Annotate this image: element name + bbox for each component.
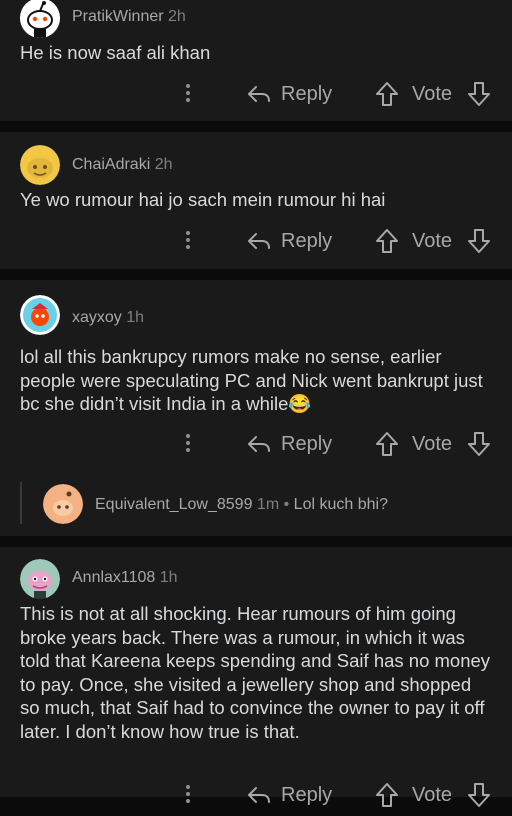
- upvote-arrow-icon[interactable]: [375, 81, 399, 107]
- downvote-arrow-icon[interactable]: [467, 228, 491, 254]
- reply-preview: Lol kuch bhi?: [293, 496, 388, 513]
- comment-time: 1m: [256, 496, 280, 513]
- comment-body: lol all this bankrupcy rumors make no se…: [20, 346, 483, 414]
- reply-arrow-icon[interactable]: [246, 433, 272, 455]
- avatar[interactable]: [20, 0, 60, 38]
- upvote-arrow-icon[interactable]: [375, 782, 399, 808]
- avatar[interactable]: [20, 559, 60, 599]
- username-label[interactable]: Equivalent_Low_8599: [95, 496, 252, 513]
- avatar-icon: [20, 295, 60, 335]
- avatar-icon: [20, 0, 60, 38]
- reply-button[interactable]: Reply: [281, 433, 332, 456]
- comment-actions: Reply Vote: [0, 776, 512, 816]
- more-options-icon[interactable]: [183, 81, 193, 109]
- vote-count: Vote: [412, 433, 453, 455]
- vote-count: Vote: [412, 83, 453, 105]
- vote-count: Vote: [412, 230, 453, 252]
- reply-arrow-icon[interactable]: [246, 83, 272, 105]
- comment-author[interactable]: ChaiAdraki 2h: [72, 156, 173, 174]
- avatar-icon: [43, 484, 83, 524]
- username-label[interactable]: ChaiAdraki: [72, 156, 150, 173]
- comment-time: 2h: [168, 8, 186, 25]
- vote-count: Vote: [412, 784, 453, 806]
- comment-time: 1h: [126, 309, 145, 326]
- comment-author[interactable]: PratikWinner 2h: [72, 8, 186, 26]
- comment-card: PratikWinner 2h He is now saaf ali khan …: [0, 0, 512, 121]
- reply-arrow-icon[interactable]: [246, 784, 272, 806]
- reply-button[interactable]: Reply: [281, 83, 332, 106]
- avatar-icon: [20, 145, 60, 185]
- comment-time: 1h: [159, 569, 178, 586]
- downvote-arrow-icon[interactable]: [467, 431, 491, 457]
- reply-button[interactable]: Reply: [281, 230, 332, 253]
- comment-actions: Reply Vote: [0, 222, 512, 262]
- avatar[interactable]: [20, 295, 60, 335]
- upvote-arrow-icon[interactable]: [375, 431, 399, 457]
- reply-button[interactable]: Reply: [281, 784, 332, 807]
- downvote-arrow-icon[interactable]: [467, 81, 491, 107]
- username-label[interactable]: PratikWinner: [72, 8, 164, 25]
- avatar-icon: [20, 559, 60, 599]
- upvote-arrow-icon[interactable]: [375, 228, 399, 254]
- comment-author[interactable]: xayxoy 1h: [72, 309, 144, 327]
- comment-card: xayxoy 1h lol all this bankrupcy rumors …: [0, 280, 512, 536]
- downvote-arrow-icon[interactable]: [467, 782, 491, 808]
- comment-card: ChaiAdraki 2h Ye wo rumour hai jo sach m…: [0, 132, 512, 269]
- username-label[interactable]: Annlax1108: [72, 569, 155, 586]
- comment-body: This is not at all shocking. Hear rumour…: [20, 603, 491, 742]
- comment-actions: Reply Vote: [0, 75, 512, 115]
- avatar[interactable]: [43, 484, 83, 524]
- comment-time: 2h: [154, 156, 173, 173]
- more-options-icon[interactable]: [183, 431, 193, 459]
- avatar[interactable]: [20, 145, 60, 185]
- comment-card: Annlax1108 1h This is not at all shockin…: [0, 547, 512, 807]
- more-options-icon[interactable]: [183, 782, 193, 810]
- more-options-icon[interactable]: [183, 228, 193, 256]
- comment-author[interactable]: Annlax1108 1h: [72, 569, 178, 587]
- comment-body: Ye wo rumour hai jo sach mein rumour hi …: [20, 189, 386, 210]
- thread-line[interactable]: [20, 482, 22, 524]
- comment-actions: Reply Vote: [0, 425, 512, 465]
- reply-arrow-icon[interactable]: [246, 230, 272, 252]
- username-label[interactable]: xayxoy: [72, 309, 122, 326]
- comment-body: He is now saaf ali khan: [20, 42, 211, 63]
- collapsed-reply[interactable]: Equivalent_Low_8599 1m • Lol kuch bhi?: [95, 496, 388, 514]
- separator-dot: •: [283, 496, 290, 513]
